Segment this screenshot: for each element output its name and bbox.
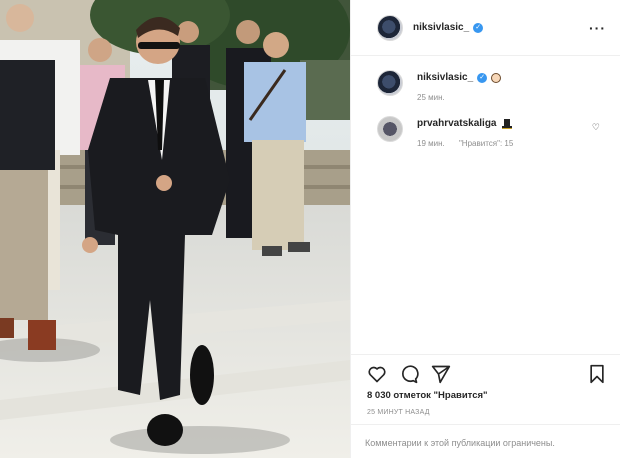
comment-meta: 19 мин. "Нравится": 15 [417, 139, 606, 148]
comment-time[interactable]: 19 мин. [417, 139, 445, 148]
comments-limited-notice: Комментарии к этой публикации ограничены… [351, 424, 620, 458]
comment-body: prvahrvatskaliga 19 мин. "Нравится": 15 [417, 118, 606, 148]
top-hat-emoji-icon [501, 118, 512, 129]
action-icons [367, 363, 606, 385]
comment-line: niksivlasic_ ✓ [417, 72, 606, 83]
heart-icon[interactable] [367, 364, 387, 384]
face-emoji-icon [491, 72, 502, 83]
share-icon[interactable] [431, 364, 451, 384]
comment-meta: 25 мин. [417, 93, 606, 102]
comment-like-heart-icon[interactable]: ♡ [592, 122, 600, 133]
more-options-icon[interactable]: ··· [589, 20, 606, 36]
instagram-post: niksivlasic_ ✓ ··· niksivlasic_ ✓ 25 мин… [0, 0, 620, 458]
author-avatar[interactable] [377, 14, 403, 41]
bookmark-icon[interactable] [588, 364, 606, 384]
author-username[interactable]: niksivlasic_ [413, 22, 469, 33]
comments-list: niksivlasic_ ✓ 25 мин. prvahrvatskaliga [351, 56, 620, 148]
comment-username[interactable]: niksivlasic_ [417, 72, 473, 83]
comment-time[interactable]: 25 мин. [417, 93, 445, 102]
comment-body: niksivlasic_ ✓ 25 мин. [417, 72, 606, 102]
verified-badge-icon: ✓ [477, 72, 488, 83]
post-sidebar: niksivlasic_ ✓ ··· niksivlasic_ ✓ 25 мин… [350, 0, 620, 458]
comment-icon[interactable] [399, 364, 419, 384]
comment-item: niksivlasic_ ✓ 25 мин. [377, 70, 606, 102]
verified-badge-icon: ✓ [473, 22, 484, 33]
post-actions: 8 030 отметок "Нравится" 25 МИНУТ НАЗАД [351, 354, 620, 416]
post-image [0, 0, 350, 458]
comment-line: prvahrvatskaliga [417, 118, 606, 129]
post-header: niksivlasic_ ✓ ··· [351, 0, 620, 56]
comment-likes[interactable]: "Нравится": 15 [459, 139, 513, 148]
comment-avatar[interactable] [377, 70, 403, 96]
post-timestamp[interactable]: 25 МИНУТ НАЗАД [367, 409, 606, 416]
comment-item: prvahrvatskaliga 19 мин. "Нравится": 15 … [377, 116, 606, 148]
comment-avatar[interactable] [377, 116, 403, 142]
comment-username[interactable]: prvahrvatskaliga [417, 118, 497, 129]
likes-count[interactable]: 8 030 отметок "Нравится" [367, 390, 606, 401]
post-photo[interactable] [0, 0, 350, 458]
